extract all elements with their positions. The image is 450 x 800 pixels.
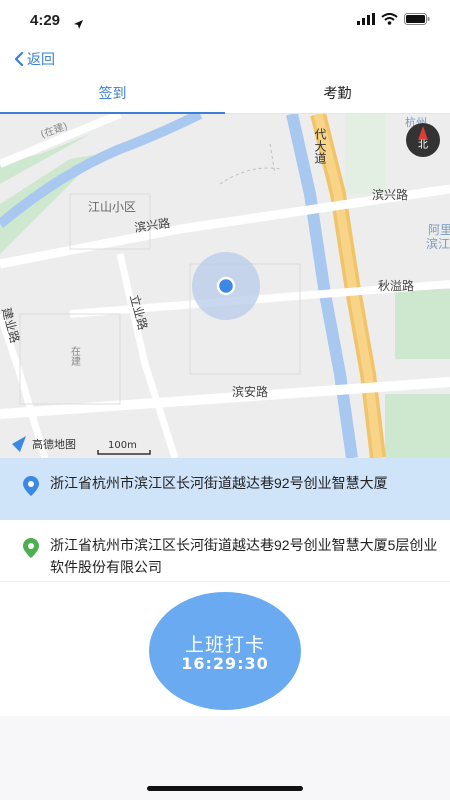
back-label: 返回 — [27, 52, 55, 68]
compass-label: 北 — [418, 139, 428, 151]
wifi-icon — [381, 13, 398, 25]
map-label-zai: 在建 — [69, 346, 81, 366]
punch-time: 16:29:30 — [181, 654, 269, 673]
map-view[interactable]: 江山小区 滨兴路 滨兴路 立业路 秋溢路 滨安路 建业路 代大道 杭州 阿里 滨… — [0, 114, 450, 458]
address-text-2: 浙江省杭州市滨江区长河街道越达巷92号创业智慧大厦5层创业软件股份有限公司 — [50, 537, 438, 575]
map-canvas: 江山小区 滨兴路 滨兴路 立业路 秋溢路 滨安路 建业路 代大道 杭州 阿里 滨… — [0, 114, 450, 458]
back-button[interactable]: 返回 — [14, 49, 55, 69]
map-label-bin: 滨江 — [426, 236, 450, 251]
punch-area: 上班打卡 16:29:30 — [0, 582, 450, 716]
status-time: 4:29 — [30, 12, 61, 29]
location-arrow-icon — [73, 15, 84, 34]
chevron-left-icon — [14, 52, 24, 66]
address-option-2[interactable]: 浙江省杭州市滨江区长河街道越达巷92号创业智慧大厦5层创业软件股份有限公司 — [0, 520, 450, 582]
location-pin-icon — [23, 476, 39, 496]
map-label-jiangshan: 江山小区 — [88, 200, 136, 214]
battery-icon — [404, 13, 430, 25]
home-indicator — [147, 786, 303, 791]
signal-icon — [357, 13, 375, 25]
tab-sign-in[interactable]: 签到 — [0, 74, 225, 114]
map-logo-text: 高德地图 — [32, 437, 76, 451]
location-pin-icon — [23, 538, 39, 558]
status-bar: 4:29 — [0, 0, 450, 44]
map-label-binan: 滨安路 — [232, 384, 268, 399]
address-option-1[interactable]: 浙江省杭州市滨江区长河街道越达巷92号创业智慧大厦 — [0, 458, 450, 520]
punch-in-button[interactable]: 上班打卡 16:29:30 — [149, 592, 301, 710]
map-scale-text: 100m — [108, 440, 137, 451]
punch-label: 上班打卡 — [184, 634, 265, 656]
address-text-1: 浙江省杭州市滨江区长河街道越达巷92号创业智慧大厦 — [50, 475, 388, 491]
map-label-qiuyi: 秋溢路 — [378, 278, 414, 293]
map-label-daidao: 代大道 — [313, 128, 327, 164]
map-label-ali: 阿里 — [428, 223, 450, 237]
tab-attendance[interactable]: 考勤 — [225, 74, 450, 113]
map-label-binxing-e: 滨兴路 — [372, 187, 408, 202]
nav-bar: 返回 — [0, 44, 450, 74]
tab-bar: 签到 考勤 — [0, 74, 450, 114]
status-icons — [357, 13, 430, 25]
